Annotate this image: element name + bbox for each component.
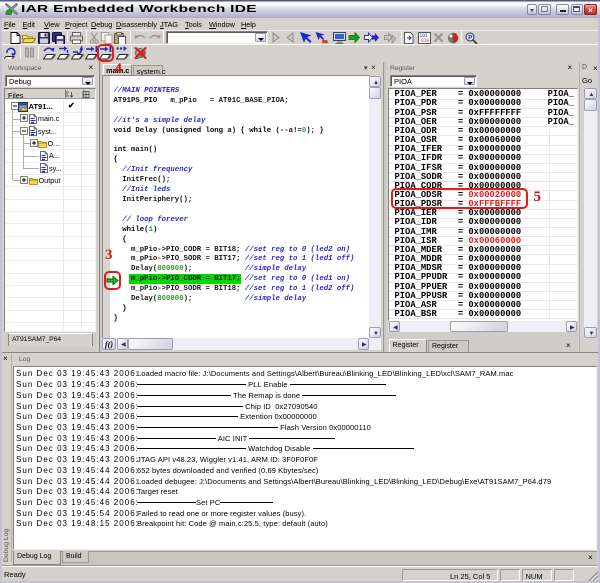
svg-text:010: 010 [421, 38, 429, 44]
svg-text:P: P [468, 35, 472, 41]
